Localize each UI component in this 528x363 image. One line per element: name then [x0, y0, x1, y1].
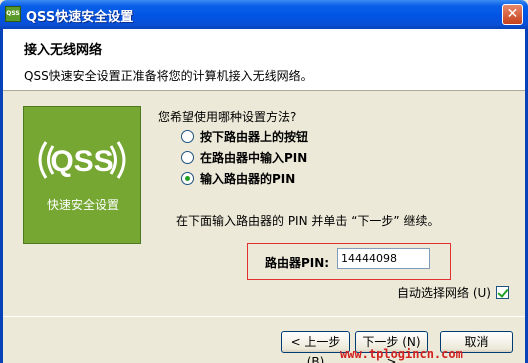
qss-logo-icon: QSS [38, 141, 126, 179]
page-title: 接入无线网络 [24, 43, 103, 58]
radio-button[interactable] [181, 129, 194, 143]
radio-label: 输入路由器的PIN [200, 171, 296, 186]
qss-logo-text: QSS [50, 145, 113, 178]
title-bar[interactable]: QSS QSS快速安全设置 ✕ [0, 0, 528, 29]
close-button[interactable]: ✕ [502, 4, 523, 25]
radio-label: 按下路由器上的按钮 [200, 129, 309, 144]
radio-option-press-button[interactable]: 按下路由器上的按钮 [181, 128, 308, 144]
auto-select-checkbox[interactable] [495, 286, 509, 299]
watermark: www.tplogincn.com [340, 347, 463, 361]
page-description: QSS快速安全设置正准备将您的计算机接入无线网络。 [24, 69, 313, 83]
footer-divider [3, 316, 525, 317]
radio-button[interactable] [181, 150, 194, 164]
qss-caption: 快速安全设置 [46, 198, 119, 212]
wizard-header: 接入无线网络 QSS快速安全设置正准备将您的计算机接入无线网络。 [3, 29, 525, 91]
radio-button-selected[interactable] [181, 171, 194, 185]
pin-label: 路由器PIN: [265, 256, 330, 270]
qss-logo-panel: QSS 快速安全设置 [23, 106, 141, 244]
window-title: QSS快速安全设置 [26, 10, 134, 25]
method-question: 您希望使用哪种设置方法? [158, 110, 297, 124]
pin-highlight-box: 路由器PIN: 14444098 [247, 243, 451, 280]
instruction-text: 在下面输入路由器的 PIN 并单击 “下一步” 继续。 [176, 214, 440, 228]
auto-select-label: 自动选择网络 (U) [397, 286, 491, 300]
qss-app-icon: QSS [5, 6, 21, 22]
radio-option-enter-pin-in-router[interactable]: 在路由器中输入PIN [181, 149, 307, 165]
pin-input[interactable]: 14444098 [337, 248, 430, 269]
auto-select-network[interactable]: 自动选择网络 (U) [397, 284, 509, 301]
radio-option-input-router-pin[interactable]: 输入路由器的PIN [181, 170, 295, 186]
radio-label: 在路由器中输入PIN [200, 150, 308, 165]
